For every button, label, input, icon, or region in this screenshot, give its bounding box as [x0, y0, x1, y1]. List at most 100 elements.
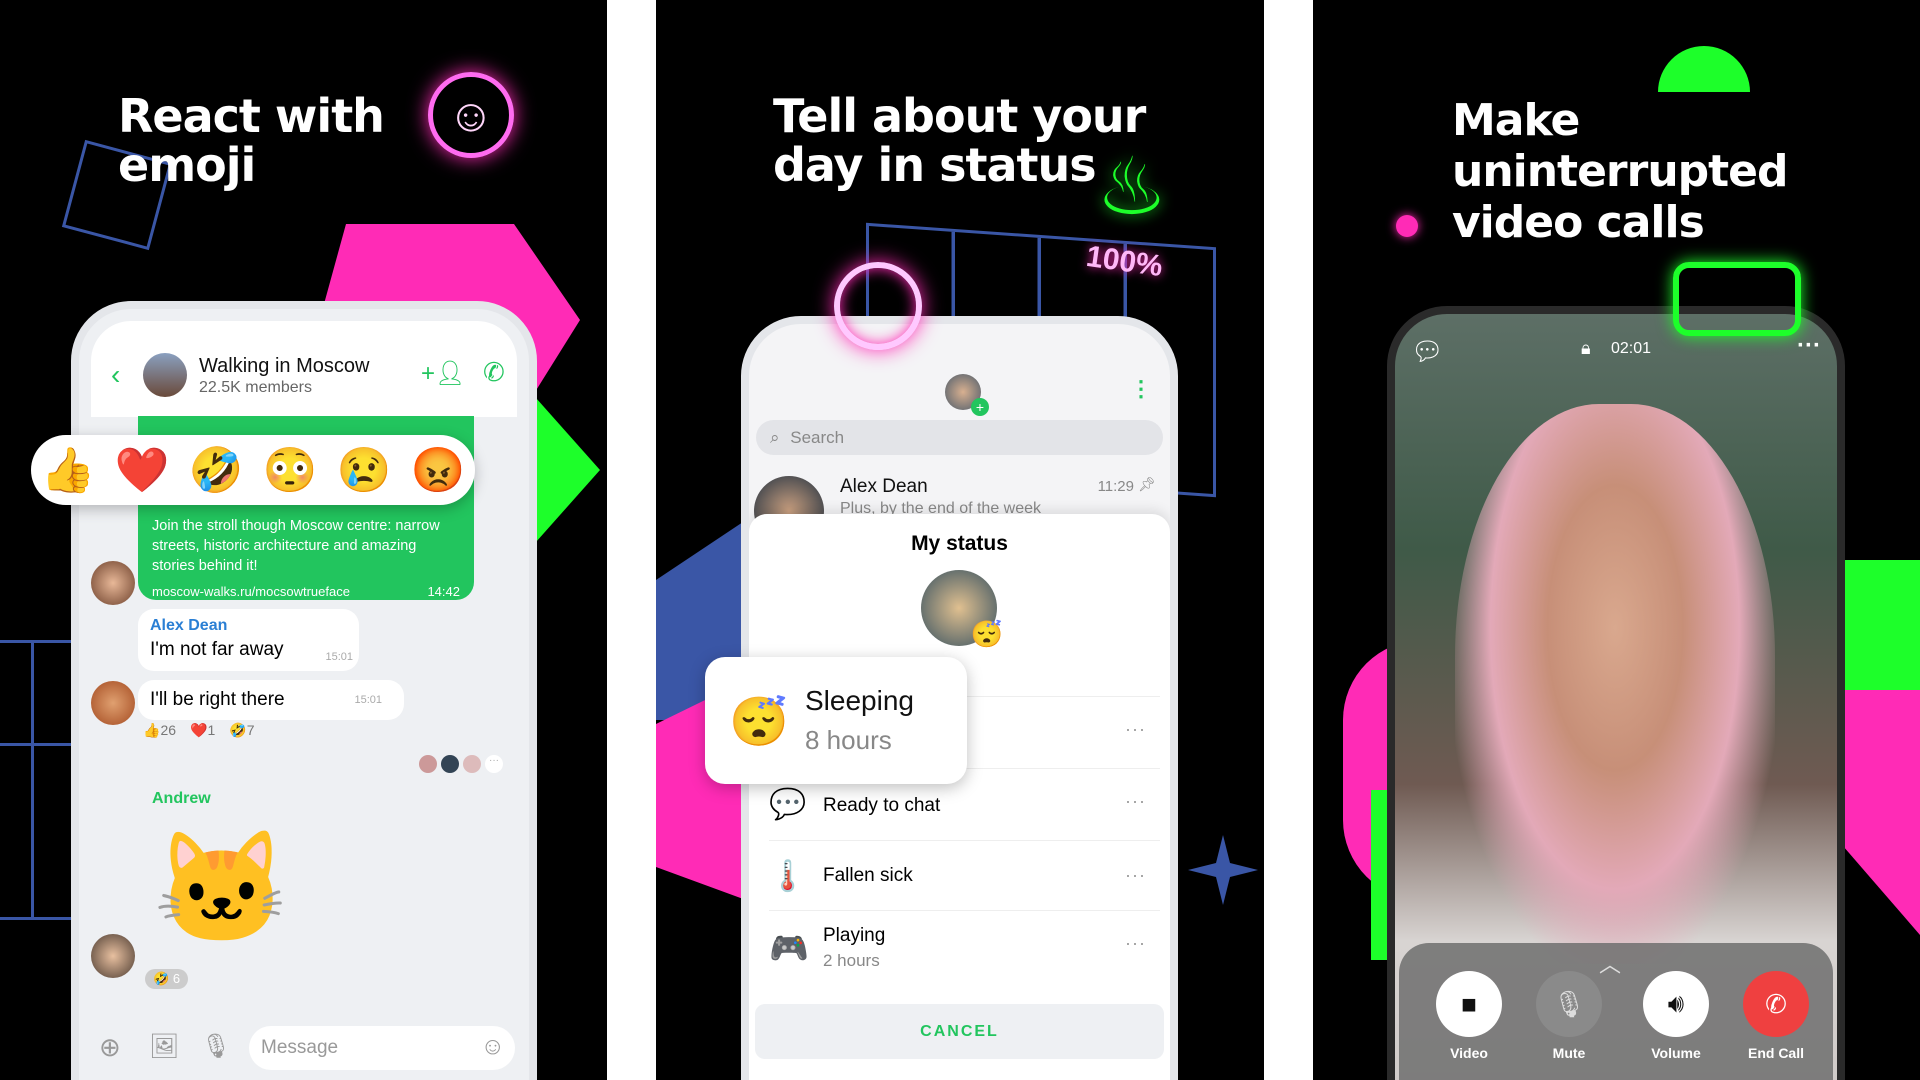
message-time: 14:42 — [427, 584, 460, 599]
headline: Make uninterrupted video calls — [1452, 95, 1789, 248]
expand-handle[interactable]: ︿ — [1599, 947, 1621, 979]
reaction-rofl[interactable]: 🤣 — [189, 444, 244, 496]
reaction-heart[interactable]: ❤️ — [115, 444, 170, 496]
attach-plus-icon[interactable]: ⊕ — [99, 1032, 121, 1063]
more-icon: ··· — [1125, 933, 1146, 953]
phone-video-call: 💬︎ 🔒︎ 02:01 ··· ︿ ■ Video 🎙︎ Mute 🔊︎ Vol… — [1387, 306, 1845, 1080]
chat-time: 11:29 — [1097, 478, 1134, 495]
decor-pink-dot — [1396, 215, 1418, 237]
video-toggle-button[interactable]: ■ — [1436, 971, 1502, 1037]
search-input[interactable]: ⌕ Search — [756, 420, 1163, 455]
status-label: Ready to chat — [823, 795, 941, 816]
panel-react-with-emoji: React with emoji ☺ ‹ Walking in Moscow 22… — [0, 0, 607, 1080]
reaction-laugh: 🤣7 — [229, 722, 255, 738]
speech-bubble-icon: 💬 — [769, 788, 807, 821]
status-duration: 2 hours — [823, 951, 880, 970]
call-controls-panel: ︿ ■ Video 🎙︎ Mute 🔊︎ Volume ✆ End Call — [1399, 943, 1833, 1080]
sleeping-emoji-icon: 😴 — [729, 696, 789, 749]
chat-icon[interactable]: 💬︎ — [1411, 336, 1444, 367]
reaction-heart: ❤️1 — [190, 722, 216, 738]
gamepad-icon: 🎮 — [769, 930, 809, 966]
status-sheet: My status 😴 ··· 💬 Ready to chat ··· 🌡️ F… — [749, 514, 1170, 1080]
more-icon: ··· — [1125, 719, 1146, 739]
avatar — [91, 561, 135, 605]
message-text: Join the stroll though Moscow centre: na… — [152, 518, 440, 574]
microphone-icon[interactable]: 🎙︎ — [201, 1032, 231, 1061]
status-duration: 8 hours — [805, 725, 892, 755]
control-label: Mute — [1552, 1045, 1586, 1061]
decor-grid — [0, 640, 80, 920]
reaction-angry[interactable]: 😡 — [411, 444, 466, 496]
status-avatar: 😴 — [921, 570, 1003, 649]
video-camera-neon-icon — [1673, 262, 1801, 336]
sender-name: Alex Dean — [150, 617, 228, 634]
reaction-counts[interactable]: 👍26 ❤️1 🤣7 — [143, 722, 254, 739]
reaction-picker: 👍 ❤️ 🤣 😳 😢 😡 — [31, 435, 475, 505]
headline: React with emoji — [118, 89, 385, 192]
cat-sticker[interactable]: 🐱 — [153, 814, 302, 964]
reaction-flushed[interactable]: 😳 — [263, 444, 318, 496]
lock-icon: 🔒︎ — [1581, 338, 1591, 358]
message-input[interactable]: Message ☺ — [249, 1026, 515, 1070]
decor-pink-right — [1843, 690, 1920, 950]
add-status-icon: + — [971, 398, 989, 416]
image-icon[interactable]: 🖼︎ — [149, 1032, 179, 1061]
back-button[interactable]: ‹ — [111, 359, 120, 391]
smiley-neon-icon: ☺ — [428, 72, 514, 158]
decor-green-right — [1843, 560, 1920, 690]
status-label: Playing — [823, 925, 886, 946]
thermometer-icon: 🌡️ — [769, 860, 807, 893]
panel-video-calls: Make uninterrupted video calls 💬︎ 🔒︎ 02:01… — [1313, 0, 1920, 1080]
call-timer: 02:01 — [1611, 340, 1652, 357]
reaction-crying[interactable]: 😢 — [337, 444, 392, 496]
message-link[interactable]: moscow-walks.ru/mocsowtrueface — [152, 582, 350, 602]
sender-name: Andrew — [152, 790, 211, 807]
status-ring-neon-icon — [834, 262, 922, 350]
caller-video — [1455, 404, 1775, 964]
add-member-icon[interactable]: +👤︎ — [421, 359, 465, 388]
group-members: 22.5K members — [199, 379, 312, 396]
message-bubble[interactable]: I'll be right there 15:01 — [138, 680, 404, 720]
avatar — [91, 934, 135, 978]
group-name: Walking in Moscow — [199, 355, 370, 377]
chat-row[interactable]: Alex Dean Plus, by the end of the week 1… — [754, 470, 1164, 546]
current-status-card[interactable]: 😴 Sleeping 8 hours — [705, 657, 967, 784]
control-label: Video — [1450, 1045, 1488, 1061]
cancel-button[interactable]: CANCEL — [755, 1004, 1164, 1059]
profile-avatar[interactable]: + — [945, 374, 989, 416]
more-options-icon[interactable]: ··· — [1797, 332, 1821, 360]
decor-star — [1188, 835, 1258, 905]
flame-neon-icon: ♨ — [1096, 142, 1168, 231]
read-receipts: ··· — [419, 755, 503, 773]
message-bubble[interactable]: Alex Dean I'm not far away 15:01 — [138, 609, 359, 671]
phone-chat: ‹ Walking in Moscow 22.5K members +👤︎ ✆ … — [71, 301, 537, 1080]
chat-header: ‹ Walking in Moscow 22.5K members +👤︎ ✆ — [91, 321, 517, 417]
sheet-title: My status — [911, 532, 1008, 555]
reaction-thumbs: 👍26 — [143, 722, 177, 738]
more-icon: ··· — [1125, 791, 1146, 811]
emoji-picker-icon[interactable]: ☺ — [480, 1033, 505, 1061]
volume-button[interactable]: 🔊︎ — [1643, 971, 1709, 1037]
status-row-fallen-sick[interactable]: 🌡️ Fallen sick ··· — [769, 840, 1160, 910]
more-icon: ··· — [1125, 865, 1146, 885]
headline: Tell about your day in status — [773, 89, 1146, 192]
reaction-thumbs-up[interactable]: 👍 — [41, 444, 96, 496]
avatar — [91, 681, 135, 725]
end-call-button[interactable]: ✆ — [1743, 971, 1809, 1037]
status-label: Fallen sick — [823, 865, 913, 886]
message-time: 15:01 — [325, 651, 353, 663]
status-label: Sleeping — [805, 685, 914, 716]
message-time: 15:01 — [354, 694, 382, 706]
pin-icon: 📌︎ — [1138, 476, 1156, 492]
panel-status: Tell about your day in status ♨ 100% + ⋮ … — [656, 0, 1264, 1080]
control-label: Volume — [1651, 1045, 1701, 1061]
group-avatar — [143, 353, 187, 397]
sticker-reaction[interactable]: 🤣 6 — [145, 969, 189, 989]
decor-green-semicircle — [1658, 46, 1750, 92]
more-vertical-icon[interactable]: ⋮ — [1130, 376, 1152, 402]
message-text: I'm not far away — [150, 639, 284, 660]
phone-call-icon[interactable]: ✆ — [483, 357, 505, 388]
status-row-playing[interactable]: 🎮 Playing 2 hours ··· — [769, 910, 1160, 982]
control-label: End Call — [1747, 1045, 1804, 1061]
mute-button[interactable]: 🎙︎ — [1536, 971, 1602, 1037]
